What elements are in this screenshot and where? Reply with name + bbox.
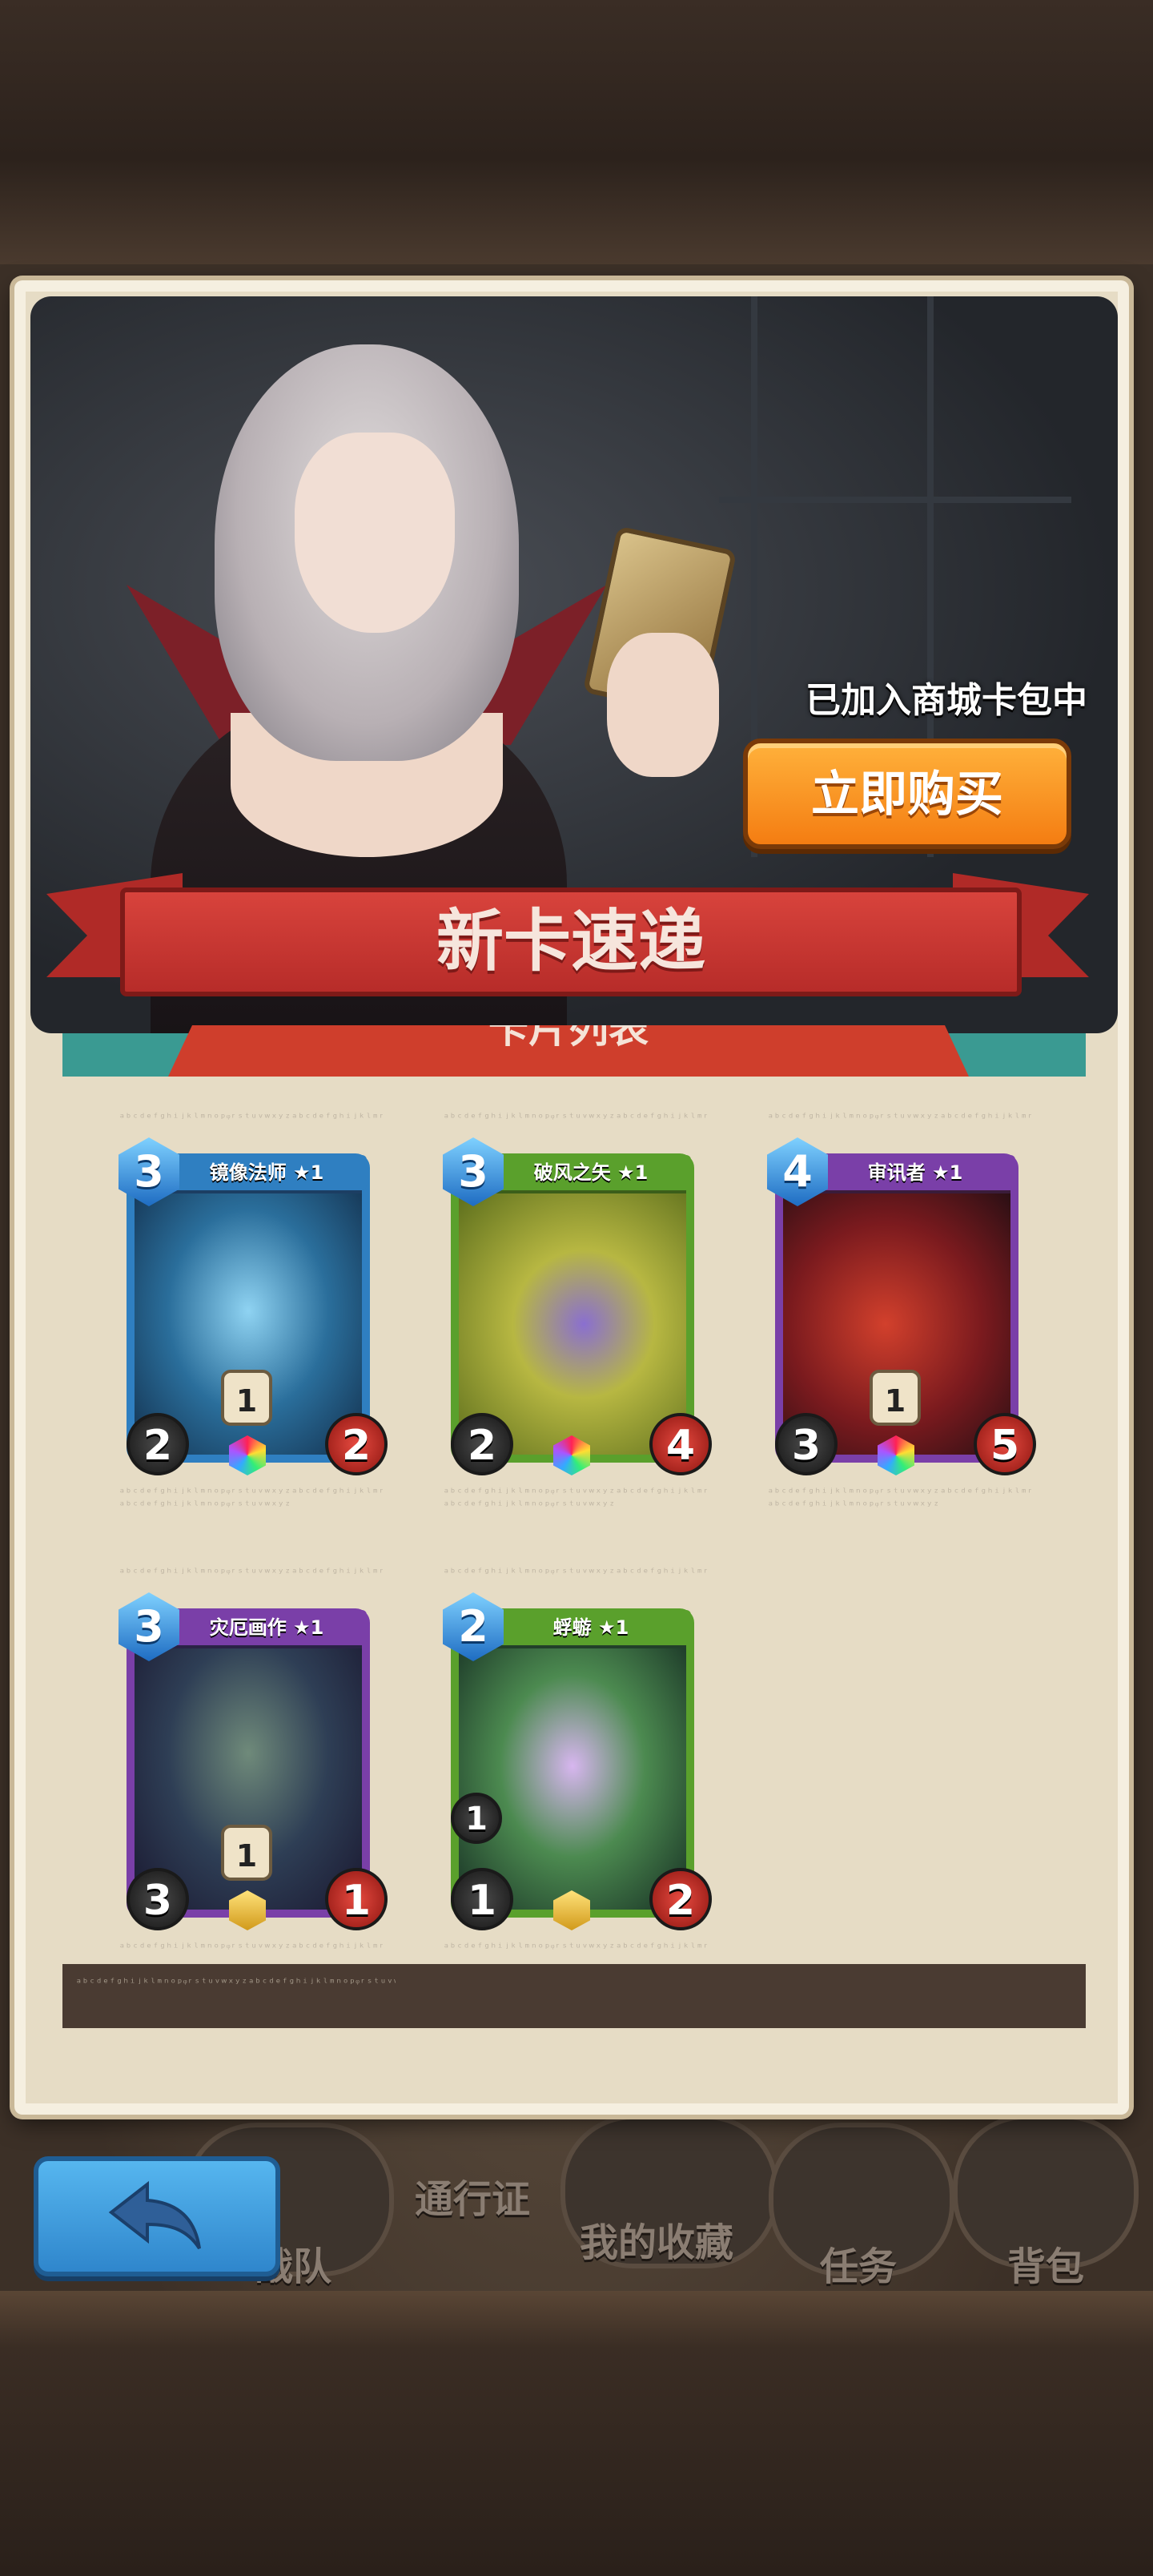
- card-skill-value: 1: [221, 1825, 272, 1881]
- health-stat: 5: [974, 1413, 1036, 1475]
- nav-label-pass[interactable]: 通行证: [415, 2167, 530, 2224]
- decor-text: ᵃᵇᶜᵈᵉᶠᵍʰⁱʲᵏˡᵐⁿᵒᵖᵠʳˢᵗᵘᵛʷˣʸᶻᵃᵇᶜᵈᵉᶠᵍʰⁱʲᵏˡᵐⁿ…: [119, 1112, 383, 1125]
- attack-stat: 2: [451, 1413, 513, 1475]
- card-name: 灾厄画作 ★1: [167, 1610, 367, 1645]
- decor-text: ᵃᵇᶜᵈᵉᶠᵍʰⁱʲᵏˡᵐⁿᵒᵖᵠʳˢᵗᵘᵛʷˣʸᶻᵃᵇᶜᵈᵉᶠᵍʰⁱʲᵏˡᵐⁿ…: [443, 1942, 707, 1954]
- wall-bar: [719, 497, 1071, 503]
- card-mayfly[interactable]: 蜉蝣 ★1 2 1 1 2: [443, 1592, 712, 1934]
- card-mirror-mage[interactable]: 镜像法师 ★1 3 1 2 2: [119, 1137, 388, 1479]
- card-skill-value: 1: [221, 1370, 272, 1426]
- health-stat: 2: [649, 1868, 712, 1930]
- card-name: 审讯者 ★1: [815, 1155, 1015, 1190]
- back-button[interactable]: [34, 2156, 280, 2276]
- character-hand: [607, 633, 719, 777]
- nav-label-collection: 我的收藏: [580, 2220, 734, 2265]
- attack-stat: 1: [451, 1868, 513, 1930]
- card-skill-value: 1: [870, 1370, 921, 1426]
- added-to-shop-text: 已加入商城卡包中: [805, 680, 1087, 721]
- card-cursed-painting[interactable]: 灾厄画作 ★1 3 1 3 1: [119, 1592, 388, 1934]
- bottom-background: [0, 2291, 1153, 2576]
- health-stat: 2: [325, 1413, 388, 1475]
- list-header-tab: 卡片列表: [168, 1025, 969, 1077]
- character-face: [295, 433, 455, 633]
- card-name: 蜉蝣 ★1: [491, 1610, 691, 1645]
- bonus-stat: 1: [451, 1793, 502, 1844]
- decor-text: ᵃᵇᶜᵈᵉᶠᵍʰⁱʲᵏˡᵐⁿᵒᵖᵠʳˢᵗᵘᵛʷˣʸᶻᵃᵇᶜᵈᵉᶠᵍʰⁱʲᵏˡᵐⁿ…: [443, 1567, 707, 1580]
- list-header-title: 卡片列表: [488, 1025, 649, 1052]
- decor-text: ᵃᵇᶜᵈᵉᶠᵍʰⁱʲᵏˡᵐⁿᵒᵖᵠʳˢᵗᵘᵛʷˣʸᶻᵃᵇᶜᵈᵉᶠᵍʰⁱʲᵏˡᵐⁿ…: [119, 1487, 383, 1512]
- card-name: 破风之矢 ★1: [491, 1155, 691, 1190]
- top-background: [0, 0, 1153, 264]
- card-wind-arrow[interactable]: 破风之矢 ★1 3 2 4: [443, 1137, 712, 1479]
- health-stat: 4: [649, 1413, 712, 1475]
- new-card-ribbon: 新卡速递: [120, 888, 1022, 996]
- decor-text: ᵃᵇᶜᵈᵉᶠᵍʰⁱʲᵏˡᵐⁿᵒᵖᵠʳˢᵗᵘᵛʷˣʸᶻᵃᵇᶜᵈᵉᶠᵍʰⁱʲᵏˡᵐⁿ…: [443, 1112, 707, 1125]
- health-stat: 1: [325, 1868, 388, 1930]
- decor-text: ᵃᵇᶜᵈᵉᶠᵍʰⁱʲᵏˡᵐⁿᵒᵖᵠʳˢᵗᵘᵛʷˣʸᶻᵃᵇᶜᵈᵉᶠᵍʰⁱʲᵏˡᵐⁿ…: [75, 1977, 396, 1990]
- back-arrow-icon: [108, 2180, 201, 2250]
- decor-text: ᵃᵇᶜᵈᵉᶠᵍʰⁱʲᵏˡᵐⁿᵒᵖᵠʳˢᵗᵘᵛʷˣʸᶻᵃᵇᶜᵈᵉᶠᵍʰⁱʲᵏˡᵐⁿ…: [767, 1112, 1031, 1125]
- card-interrogator[interactable]: 审讯者 ★1 4 1 3 5: [767, 1137, 1036, 1479]
- card-name: 镜像法师 ★1: [167, 1155, 367, 1190]
- nav-label-bag: 背包: [1007, 2244, 1085, 2289]
- attack-stat: 3: [127, 1868, 189, 1930]
- decor-text: ᵃᵇᶜᵈᵉᶠᵍʰⁱʲᵏˡᵐⁿᵒᵖᵠʳˢᵗᵘᵛʷˣʸᶻᵃᵇᶜᵈᵉᶠᵍʰⁱʲᵏˡᵐⁿ…: [119, 1942, 383, 1954]
- panel-footer-bar: ᵃᵇᶜᵈᵉᶠᵍʰⁱʲᵏˡᵐⁿᵒᵖᵠʳˢᵗᵘᵛʷˣʸᶻᵃᵇᶜᵈᵉᶠᵍʰⁱʲᵏˡᵐⁿ…: [62, 1964, 1086, 2028]
- decor-text: ᵃᵇᶜᵈᵉᶠᵍʰⁱʲᵏˡᵐⁿᵒᵖᵠʳˢᵗᵘᵛʷˣʸᶻᵃᵇᶜᵈᵉᶠᵍʰⁱʲᵏˡᵐⁿ…: [767, 1487, 1031, 1512]
- attack-stat: 3: [775, 1413, 838, 1475]
- decor-text: ᵃᵇᶜᵈᵉᶠᵍʰⁱʲᵏˡᵐⁿᵒᵖᵠʳˢᵗᵘᵛʷˣʸᶻᵃᵇᶜᵈᵉᶠᵍʰⁱʲᵏˡᵐⁿ…: [119, 1567, 383, 1580]
- nav-label-tasks: 任务: [820, 2244, 898, 2289]
- buy-now-button[interactable]: 立即购买: [743, 739, 1071, 849]
- attack-stat: 2: [127, 1413, 189, 1475]
- decor-text: ᵃᵇᶜᵈᵉᶠᵍʰⁱʲᵏˡᵐⁿᵒᵖᵠʳˢᵗᵘᵛʷˣʸᶻᵃᵇᶜᵈᵉᶠᵍʰⁱʲᵏˡᵐⁿ…: [443, 1487, 707, 1512]
